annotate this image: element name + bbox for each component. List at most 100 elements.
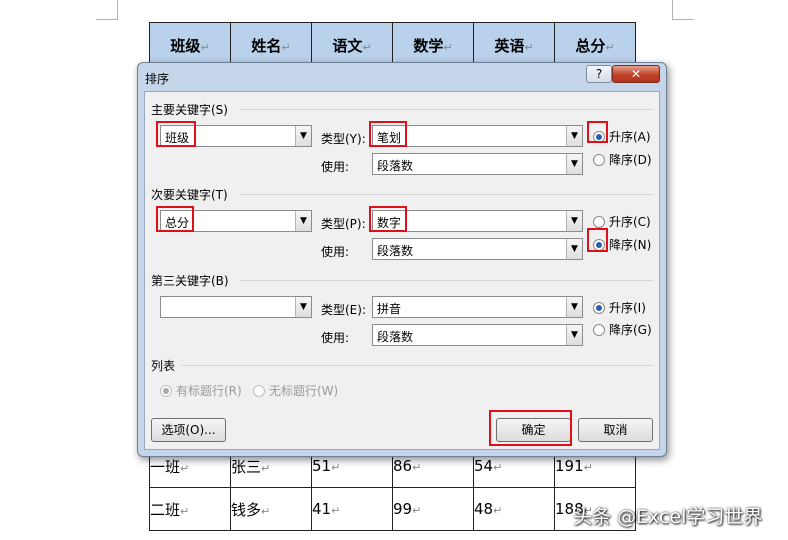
no-header-radio: 无标题行(W) xyxy=(253,382,338,399)
cell-text: 86 xyxy=(393,457,413,475)
chevron-down-icon[interactable]: ▼ xyxy=(295,126,311,146)
cell-text: 191 xyxy=(555,457,584,475)
tertiary-use-value: 段落数 xyxy=(377,330,414,344)
header-text: 姓名 xyxy=(251,37,282,55)
cell-text: 99 xyxy=(393,500,413,518)
secondary-use-value: 段落数 xyxy=(377,244,414,258)
page-corner-mark-left xyxy=(96,0,118,20)
chevron-down-icon[interactable]: ▼ xyxy=(295,297,311,317)
paragraph-mark: ↵ xyxy=(180,504,190,518)
dialog-title: 排序 xyxy=(145,72,170,86)
tertiary-key-label: 第三关键字(B) xyxy=(151,274,229,288)
highlight-primary-asc xyxy=(587,121,608,143)
highlight-secondary-desc xyxy=(587,228,608,252)
chevron-down-icon[interactable]: ▼ xyxy=(566,325,582,345)
secondary-use-label: 使用: xyxy=(321,245,350,259)
paragraph-mark: ↵ xyxy=(180,461,190,475)
chevron-down-icon[interactable]: ▼ xyxy=(295,211,311,231)
options-button[interactable]: 选项(O)... xyxy=(151,418,226,442)
has-header-label: 有标题行(R) xyxy=(176,384,242,398)
close-button[interactable]: ✕ xyxy=(612,65,660,83)
chevron-down-icon[interactable]: ▼ xyxy=(566,239,582,259)
paragraph-mark: ↵ xyxy=(524,41,534,54)
secondary-use-select[interactable]: 段落数 ▼ xyxy=(372,238,583,260)
cell-english: 48↵ xyxy=(473,487,555,531)
cell-name: 钱多↵ xyxy=(230,487,312,531)
radio-empty-icon xyxy=(253,384,265,397)
primary-use-select[interactable]: 段落数 ▼ xyxy=(372,153,583,175)
cell-math: 99↵ xyxy=(392,487,474,531)
cell-text: 41 xyxy=(312,500,332,518)
paragraph-mark: ↵ xyxy=(443,41,453,54)
section-divider xyxy=(239,194,653,195)
cell-text: 钱多 xyxy=(231,500,262,519)
primary-use-label: 使用: xyxy=(321,160,350,174)
tertiary-asc-label: 升序(I) xyxy=(609,301,646,315)
cell-text: 一班 xyxy=(150,457,181,476)
secondary-type-label: 类型(P): xyxy=(321,217,366,231)
paragraph-mark: ↵ xyxy=(605,41,615,54)
highlight-primary-key xyxy=(156,121,196,147)
radio-empty-icon xyxy=(593,153,605,166)
cell-text: 二班 xyxy=(150,500,181,519)
section-divider xyxy=(181,365,653,366)
highlight-secondary-key xyxy=(156,206,194,232)
watermark-text: 头条 @Excel学习世界 xyxy=(573,506,763,528)
paragraph-mark: ↵ xyxy=(281,41,291,54)
tertiary-type-select[interactable]: 拼音 ▼ xyxy=(372,296,583,318)
paragraph-mark: ↵ xyxy=(200,41,210,54)
primary-desc-radio[interactable]: 降序(D) xyxy=(593,151,652,168)
tertiary-asc-radio[interactable]: 升序(I) xyxy=(593,299,646,316)
paragraph-mark: ↵ xyxy=(261,504,271,518)
paragraph-mark: ↵ xyxy=(412,461,422,474)
paragraph-mark: ↵ xyxy=(412,504,422,517)
chevron-down-icon[interactable]: ▼ xyxy=(566,126,582,146)
radio-empty-icon xyxy=(593,215,605,228)
primary-desc-label: 降序(D) xyxy=(609,153,652,167)
help-button[interactable]: ? xyxy=(586,65,612,83)
highlight-ok-button xyxy=(489,410,572,446)
header-text: 语文 xyxy=(332,37,363,55)
tertiary-type-label: 类型(E): xyxy=(321,303,366,317)
cell-chinese: 41↵ xyxy=(311,487,393,531)
tertiary-type-value: 拼音 xyxy=(377,302,402,316)
tertiary-use-select[interactable]: 段落数 ▼ xyxy=(372,324,583,346)
highlight-secondary-type xyxy=(369,206,407,232)
tertiary-desc-label: 降序(G) xyxy=(609,323,652,337)
paragraph-mark: ↵ xyxy=(331,461,341,474)
page-corner-mark-right xyxy=(672,0,694,20)
radio-selected-icon xyxy=(160,384,172,397)
header-text: 数学 xyxy=(413,37,444,55)
cancel-button[interactable]: 取消 xyxy=(578,418,653,442)
header-text: 班级 xyxy=(170,37,201,55)
highlight-primary-type xyxy=(369,121,407,147)
header-text: 总分 xyxy=(575,37,606,55)
tertiary-desc-radio[interactable]: 降序(G) xyxy=(593,321,652,338)
paragraph-mark: ↵ xyxy=(331,504,341,517)
section-divider xyxy=(239,109,653,110)
table-row: 二班↵ 钱多↵ 41↵ 99↵ 48↵ 188↵ xyxy=(149,487,636,531)
document-table-body: 一班↵ 张三↵ 51↵ 86↵ 54↵ 191↵ 二班↵ 钱多↵ 41↵ 99↵… xyxy=(149,444,636,531)
primary-asc-label: 升序(A) xyxy=(609,130,651,144)
secondary-key-label: 次要关键字(T) xyxy=(151,188,228,202)
chevron-down-icon[interactable]: ▼ xyxy=(566,154,582,174)
tertiary-use-label: 使用: xyxy=(321,331,350,345)
list-label: 列表 xyxy=(151,359,176,373)
paragraph-mark: ↵ xyxy=(362,41,372,54)
paragraph-mark: ↵ xyxy=(261,461,271,475)
primary-key-label: 主要关键字(S) xyxy=(151,103,228,117)
has-header-radio: 有标题行(R) xyxy=(160,382,242,399)
primary-use-value: 段落数 xyxy=(377,159,414,173)
cell-text: 51 xyxy=(312,457,332,475)
no-header-label: 无标题行(W) xyxy=(269,384,339,398)
cell-class: 二班↵ xyxy=(149,487,231,531)
paragraph-mark: ↵ xyxy=(493,461,503,474)
tertiary-key-select[interactable]: ▼ xyxy=(160,296,312,318)
chevron-down-icon[interactable]: ▼ xyxy=(566,297,582,317)
header-text: 英语 xyxy=(494,37,525,55)
chevron-down-icon[interactable]: ▼ xyxy=(566,211,582,231)
secondary-asc-label: 升序(C) xyxy=(609,215,651,229)
dialog-titlebar[interactable]: 排序 ? ✕ xyxy=(138,63,666,89)
radio-selected-icon xyxy=(593,301,605,314)
section-divider xyxy=(239,280,653,281)
